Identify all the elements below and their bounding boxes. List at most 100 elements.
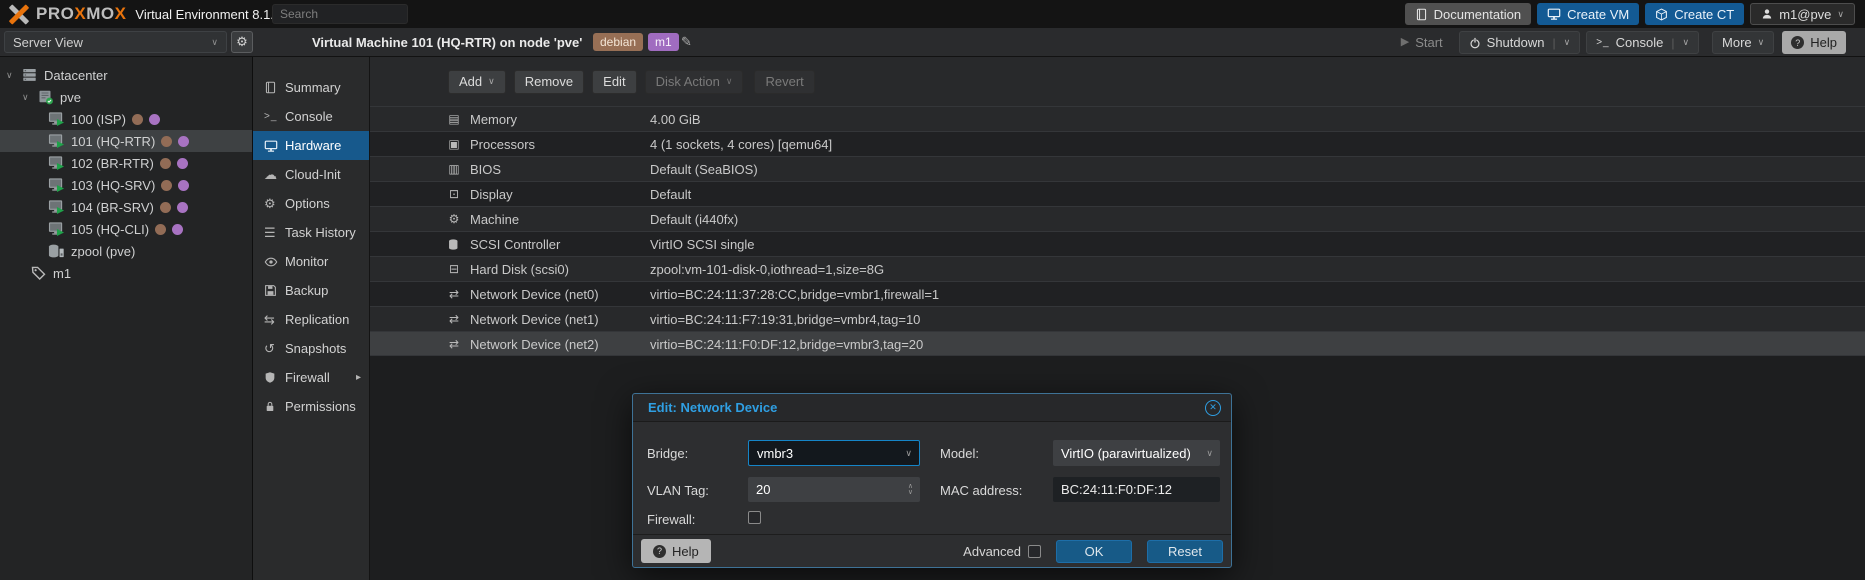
more-button[interactable]: More ∨ [1712,31,1774,54]
tree-item-vm-103[interactable]: 103 (HQ-SRV) [0,174,252,196]
spinner-arrows[interactable]: ∧∨ [908,484,913,495]
reset-button[interactable]: Reset [1147,540,1223,563]
table-row-bios[interactable]: ▥ BIOS Default (SeaBIOS) [370,156,1865,181]
documentation-button[interactable]: Documentation [1405,3,1531,25]
dialog-help-button[interactable]: ? Help [641,539,711,563]
expand-caret-icon[interactable]: ∨ [6,70,21,81]
firewall-checkbox[interactable] [748,511,761,524]
vlan-tag-label: VLAN Tag: [647,483,709,498]
chevron-down-icon[interactable]: ∨ [1564,38,1571,47]
create-vm-button[interactable]: Create VM [1537,3,1639,25]
view-selector-dropdown[interactable]: Server View ∨ [4,31,227,53]
close-icon[interactable]: ✕ [1205,400,1221,416]
tree-item-vm-105[interactable]: 105 (HQ-CLI) [0,218,252,240]
menu-item-task-history[interactable]: ☰ Task History [253,218,369,247]
table-row-processors[interactable]: ▣ Processors 4 (1 sockets, 4 cores) [qem… [370,131,1865,156]
tree-item-vm-102[interactable]: 102 (BR-RTR) [0,152,252,174]
datacenter-icon [21,67,38,83]
vlan-tag-spinner[interactable]: ∧∨ [748,477,920,502]
advanced-label: Advanced [963,544,1021,559]
expand-caret-icon[interactable]: ∨ [22,92,37,103]
advanced-checkbox[interactable] [1028,545,1041,558]
console-button[interactable]: >_ Console | ∨ [1586,31,1699,54]
tree-item-vm-104[interactable]: 104 (BR-SRV) [0,196,252,218]
remove-button[interactable]: Remove [514,70,584,94]
view-settings-button[interactable]: ⚙ [231,31,253,53]
table-row-memory[interactable]: ▤ Memory 4.00 GiB [370,106,1865,131]
menu-item-summary[interactable]: Summary [253,73,369,102]
edit-tags-pencil-icon[interactable]: ✎ [681,34,692,50]
vlan-tag-input[interactable] [756,482,912,497]
menu-item-cloud-init[interactable]: ☁ Cloud-Init [253,160,369,189]
model-input[interactable] [1061,446,1212,461]
add-button[interactable]: Add ∨ [448,70,506,94]
shutdown-button[interactable]: Shutdown | ∨ [1459,31,1581,54]
menu-item-options[interactable]: ⚙ Options [253,189,369,218]
dialog-footer: ? Help Advanced OK Reset [633,534,1231,567]
menu-item-snapshots[interactable]: ↺ Snapshots [253,334,369,363]
eye-icon [264,255,285,269]
chevron-down-icon: ∨ [488,77,495,86]
menu-item-replication[interactable]: ⇆ Replication [253,305,369,334]
table-row-display[interactable]: ⊡ Display Default [370,181,1865,206]
model-label: Model: [940,446,979,461]
resource-tree: ∨ Datacenter ∨ pve 100 (ISP) 101 (HQ-RTR… [0,57,253,580]
menu-item-firewall[interactable]: Firewall ▸ [253,363,369,392]
brand-wordmark: PROXMOX [36,4,126,24]
table-row-net2[interactable]: ⇄ Network Device (net2) virtio=BC:24:11:… [370,331,1865,356]
menu-item-permissions[interactable]: Permissions [253,392,369,421]
menu-item-hardware[interactable]: Hardware [253,131,369,160]
vm-icon [48,155,65,171]
hdd-icon: ⊟ [444,257,464,281]
table-row-net1[interactable]: ⇄ Network Device (net1) virtio=BC:24:11:… [370,306,1865,331]
menu-item-monitor[interactable]: Monitor [253,247,369,276]
mac-address-field[interactable] [1053,477,1220,502]
table-row-machine[interactable]: ⚙ Machine Default (i440fx) [370,206,1865,231]
menu-item-console[interactable]: >_ Console [253,102,369,131]
vm-icon [48,111,65,127]
cube-icon [1655,8,1668,21]
tree-item-vm-101[interactable]: 101 (HQ-RTR) [0,130,252,152]
search-input[interactable] [272,4,408,24]
tree-item-storage-zpool[interactable]: zpool (pve) [0,240,252,262]
chevron-down-icon[interactable]: ∨ [905,448,912,459]
tree-item-tag-m1[interactable]: m1 [0,262,252,284]
tag-dot-m1 [178,180,189,191]
vm-icon [48,221,65,237]
display-icon: ⊡ [444,182,464,206]
table-row-net0[interactable]: ⇄ Network Device (net0) virtio=BC:24:11:… [370,281,1865,306]
chevron-down-icon[interactable]: ∨ [908,490,913,496]
tree-item-datacenter[interactable]: ∨ Datacenter [0,64,252,86]
tree-item-node-pve[interactable]: ∨ pve [0,86,252,108]
user-icon [1761,8,1773,20]
dialog-header[interactable]: Edit: Network Device ✕ [633,394,1231,422]
chevron-down-icon[interactable]: ∨ [1682,38,1689,47]
database-icon [444,232,464,256]
help-button[interactable]: ? Help [1782,31,1846,54]
chevron-down-icon: ∨ [726,77,733,86]
network-icon: ⇄ [444,282,464,306]
table-row-scsi-controller[interactable]: SCSI Controller VirtIO SCSI single [370,231,1865,256]
mac-address-input[interactable] [1061,482,1212,497]
table-row-hard-disk[interactable]: ⊟ Hard Disk (scsi0) zpool:vm-101-disk-0,… [370,256,1865,281]
version-label: Virtual Environment 8.1.3 [135,7,281,22]
cloud-icon: ☁ [264,167,285,183]
submenu-arrow-icon: ▸ [356,372,361,383]
chevron-down-icon[interactable]: ∨ [1206,448,1213,459]
model-combobox[interactable]: ∨ [1053,440,1220,466]
menu-item-backup[interactable]: Backup [253,276,369,305]
edit-network-device-dialog: Edit: Network Device ✕ Bridge: ∨ Model: … [632,393,1232,568]
storage-icon [48,243,65,259]
ok-button[interactable]: OK [1056,540,1132,563]
bridge-input[interactable] [757,446,911,461]
user-menu-button[interactable]: m1@pve ∨ [1750,3,1855,25]
shield-icon [264,371,285,384]
bridge-combobox[interactable]: ∨ [748,440,920,466]
edit-button[interactable]: Edit [592,70,636,94]
create-ct-button[interactable]: Create CT [1645,3,1744,25]
chevron-down-icon: ∨ [211,38,218,47]
tree-item-vm-100[interactable]: 100 (ISP) [0,108,252,130]
start-button[interactable]: ▶ Start [1392,31,1452,54]
top-bar: PROXMOX Virtual Environment 8.1.3 Docume… [0,0,1865,28]
tag-dot-m1 [177,158,188,169]
